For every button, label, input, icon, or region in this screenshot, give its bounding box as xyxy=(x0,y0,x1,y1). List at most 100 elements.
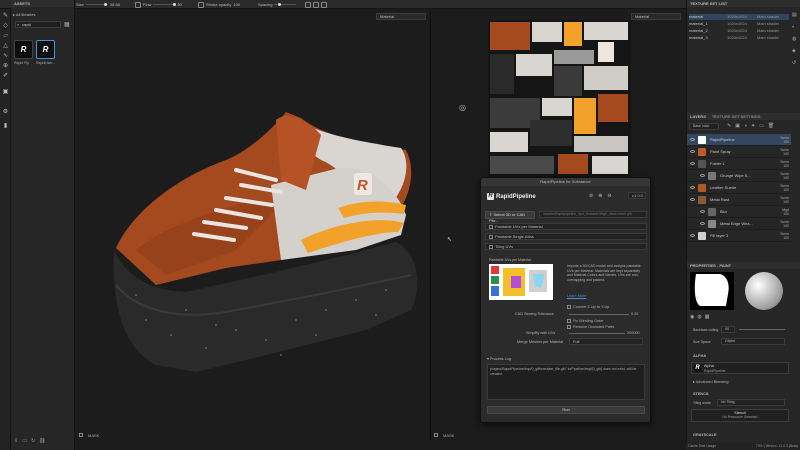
ruler-icon[interactable]: ▮ xyxy=(2,123,9,130)
paint-brush-icon[interactable]: ✎ xyxy=(2,13,9,20)
add-folder-icon[interactable]: ▭ xyxy=(759,123,764,129)
fix-winding-checkbox[interactable] xyxy=(567,319,571,323)
settings-icon[interactable]: ⚙ xyxy=(2,109,9,116)
grid-view-icon[interactable]: ▦ xyxy=(64,21,70,28)
backface-culling-slider[interactable] xyxy=(739,329,785,330)
camera-icon[interactable] xyxy=(321,1,327,8)
merge-meshes-select[interactable]: Full xyxy=(569,338,643,345)
uv-texture-map[interactable] xyxy=(488,20,631,177)
layer-blend-stack[interactable]: Mgd 100 xyxy=(769,208,791,216)
link-icon[interactable]: ⛓ xyxy=(39,438,45,446)
layer-row[interactable]: Paint Spray Norm 100 xyxy=(687,146,791,158)
add-effect-icon[interactable]: ✦ xyxy=(751,123,755,129)
cad-tolerance-slider[interactable] xyxy=(569,314,629,315)
layer-row[interactable]: Folder 1 Norm 100 xyxy=(687,158,791,170)
refresh-icon[interactable]: ↻ xyxy=(31,438,35,446)
texture-set-row[interactable]: material_2 1024x1024 Main shader xyxy=(689,28,789,34)
color-picker-icon[interactable]: ✐ xyxy=(2,73,9,80)
layer-row[interactable]: Leather Suede Norm 100 xyxy=(687,182,791,194)
asset-search-input[interactable]: ⌕ rapid xyxy=(15,21,61,28)
layer-blend-stack[interactable]: Norm 100 xyxy=(769,148,791,156)
viewport-3d[interactable]: Material R MASK xyxy=(76,10,429,440)
select-file-button[interactable]: ⇪ Select 3D or CAD File... xyxy=(485,211,535,223)
layer-blend-stack[interactable]: Norm 100 xyxy=(769,196,791,204)
convert-zup-row[interactable]: Convert Z-Up to Y-Up xyxy=(567,305,609,309)
texture-set-row[interactable]: material 1024x1024 Main shader xyxy=(689,14,789,20)
visibility-eye-icon[interactable] xyxy=(700,210,705,213)
layer-blend-stack[interactable]: Norm 100 xyxy=(769,220,791,228)
tab-texture-set-settings[interactable]: TEXTURE SET SETTINGS xyxy=(712,113,761,120)
visibility-eye-icon[interactable] xyxy=(700,222,705,225)
delete-layer-icon[interactable]: 🗑 xyxy=(768,123,774,129)
new-folder-icon[interactable]: ▭ xyxy=(22,438,27,446)
layer-blend-stack[interactable]: Norm 100 xyxy=(769,184,791,192)
material-properties-icon[interactable]: ◍ xyxy=(697,314,701,320)
run-button[interactable]: Run xyxy=(487,406,645,414)
symmetry-icon[interactable] xyxy=(305,1,311,8)
version-select[interactable]: v1.0.0 xyxy=(628,192,646,199)
flow-control[interactable]: Flow 50 xyxy=(135,1,182,8)
flow-slider[interactable] xyxy=(153,3,177,6)
clone-icon[interactable]: ⊕ xyxy=(2,63,9,70)
lazy-mouse-icon[interactable] xyxy=(313,1,319,8)
layer-blend-stack[interactable]: Norm 100 xyxy=(769,172,791,180)
spacing-control[interactable]: Spacing xyxy=(258,1,297,8)
brush-size-slider[interactable] xyxy=(85,3,108,6)
mask-checkbox[interactable] xyxy=(434,433,438,437)
opacity-icon[interactable] xyxy=(198,1,204,8)
brush-properties-icon[interactable]: ◉ xyxy=(690,314,694,320)
sneaker-model[interactable]: R xyxy=(76,10,429,440)
simplify-slider[interactable] xyxy=(569,333,625,334)
remove-occluded-checkbox[interactable] xyxy=(567,325,571,329)
layer-row[interactable]: Metal Edge Wea... Norm 100 xyxy=(687,218,791,230)
layer-blend-stack[interactable]: Norm 100 xyxy=(769,160,791,168)
visibility-eye-icon[interactable] xyxy=(690,186,695,189)
dialog-title[interactable]: RapidPipeline for Substance xyxy=(481,178,650,186)
tiling-mode-select[interactable]: No Tiling xyxy=(717,399,785,406)
library-breadcrumb[interactable]: ▸ All libraries xyxy=(13,12,73,18)
projection-icon[interactable]: ▱ xyxy=(2,33,9,40)
convert-zup-checkbox[interactable] xyxy=(567,305,571,309)
material-sphere-preview[interactable] xyxy=(745,272,783,310)
stencil-resource-slot[interactable]: Stencil No Resource Selected xyxy=(691,409,789,422)
bake-icon[interactable]: ◈ xyxy=(792,48,800,54)
alpha-resource-slot[interactable]: R Alpha RapidPipeline xyxy=(691,362,789,374)
link-icon[interactable]: ⊘ xyxy=(589,193,593,199)
option-tiling-uvs[interactable]: Tiling UVs xyxy=(485,243,647,250)
import-icon[interactable]: ⇩ xyxy=(14,438,18,446)
viewport-2d-mode-select[interactable]: Material xyxy=(631,13,681,20)
polygon-fill-icon[interactable]: △ xyxy=(2,43,9,50)
mask-checkbox[interactable] xyxy=(79,433,83,437)
advanced-blending-toggle[interactable]: ▸ Advanced Blending xyxy=(693,379,729,384)
asset-tile-rapid-user[interactable]: R xyxy=(36,40,55,59)
layer-row[interactable]: Metal Rust Norm 100 xyxy=(687,194,791,206)
visibility-eye-icon[interactable] xyxy=(690,198,695,201)
geometry-mask-icon[interactable]: ▣ xyxy=(2,89,9,96)
file-path-field[interactable]: /assets/Rapidpipeline_dyn_Sneaker/High_s… xyxy=(539,211,647,218)
texture-set-row[interactable]: material_1 1024x1024 Main shader xyxy=(689,21,789,27)
history-icon[interactable]: ↺ xyxy=(792,60,800,66)
stroke-opacity-control[interactable]: Stroke opacity 100 xyxy=(198,1,240,8)
stencil-properties-icon[interactable]: ▦ xyxy=(705,314,710,320)
tab-layers[interactable]: LAYERS xyxy=(690,113,706,120)
visibility-eye-icon[interactable] xyxy=(690,162,695,165)
zoom-out-icon[interactable]: ⊖ xyxy=(607,193,611,199)
visibility-eye-icon[interactable] xyxy=(690,138,695,141)
flow-lock-icon[interactable] xyxy=(135,1,141,8)
alpha-preview[interactable] xyxy=(690,272,734,310)
layer-row[interactable]: Grunge Wipe S... Norm 100 xyxy=(687,170,791,182)
size-space-select[interactable]: Object xyxy=(721,338,785,345)
option-paintable-uvs-per-material[interactable]: Paintable UVs per Material xyxy=(485,223,647,230)
process-log-header[interactable]: ▾ Process Log xyxy=(487,356,511,361)
uv-pivot-icon[interactable]: ◎ xyxy=(459,103,466,112)
add-mask-icon[interactable]: ◑ xyxy=(744,123,747,129)
visibility-eye-icon[interactable] xyxy=(700,174,705,177)
spacing-slider[interactable] xyxy=(274,3,297,6)
add-paint-layer-icon[interactable]: ✎ xyxy=(727,123,731,129)
eraser-icon[interactable]: ◇ xyxy=(2,23,9,30)
layer-row[interactable]: Blur Mgd 100 xyxy=(687,206,791,218)
layer-blend-stack[interactable]: Norm 100 xyxy=(769,232,791,240)
visibility-eye-icon[interactable] xyxy=(690,150,695,153)
display-settings-icon[interactable]: ◐ xyxy=(792,24,800,30)
remove-occluded-row[interactable]: Remove Occluded Parts xyxy=(567,325,614,329)
